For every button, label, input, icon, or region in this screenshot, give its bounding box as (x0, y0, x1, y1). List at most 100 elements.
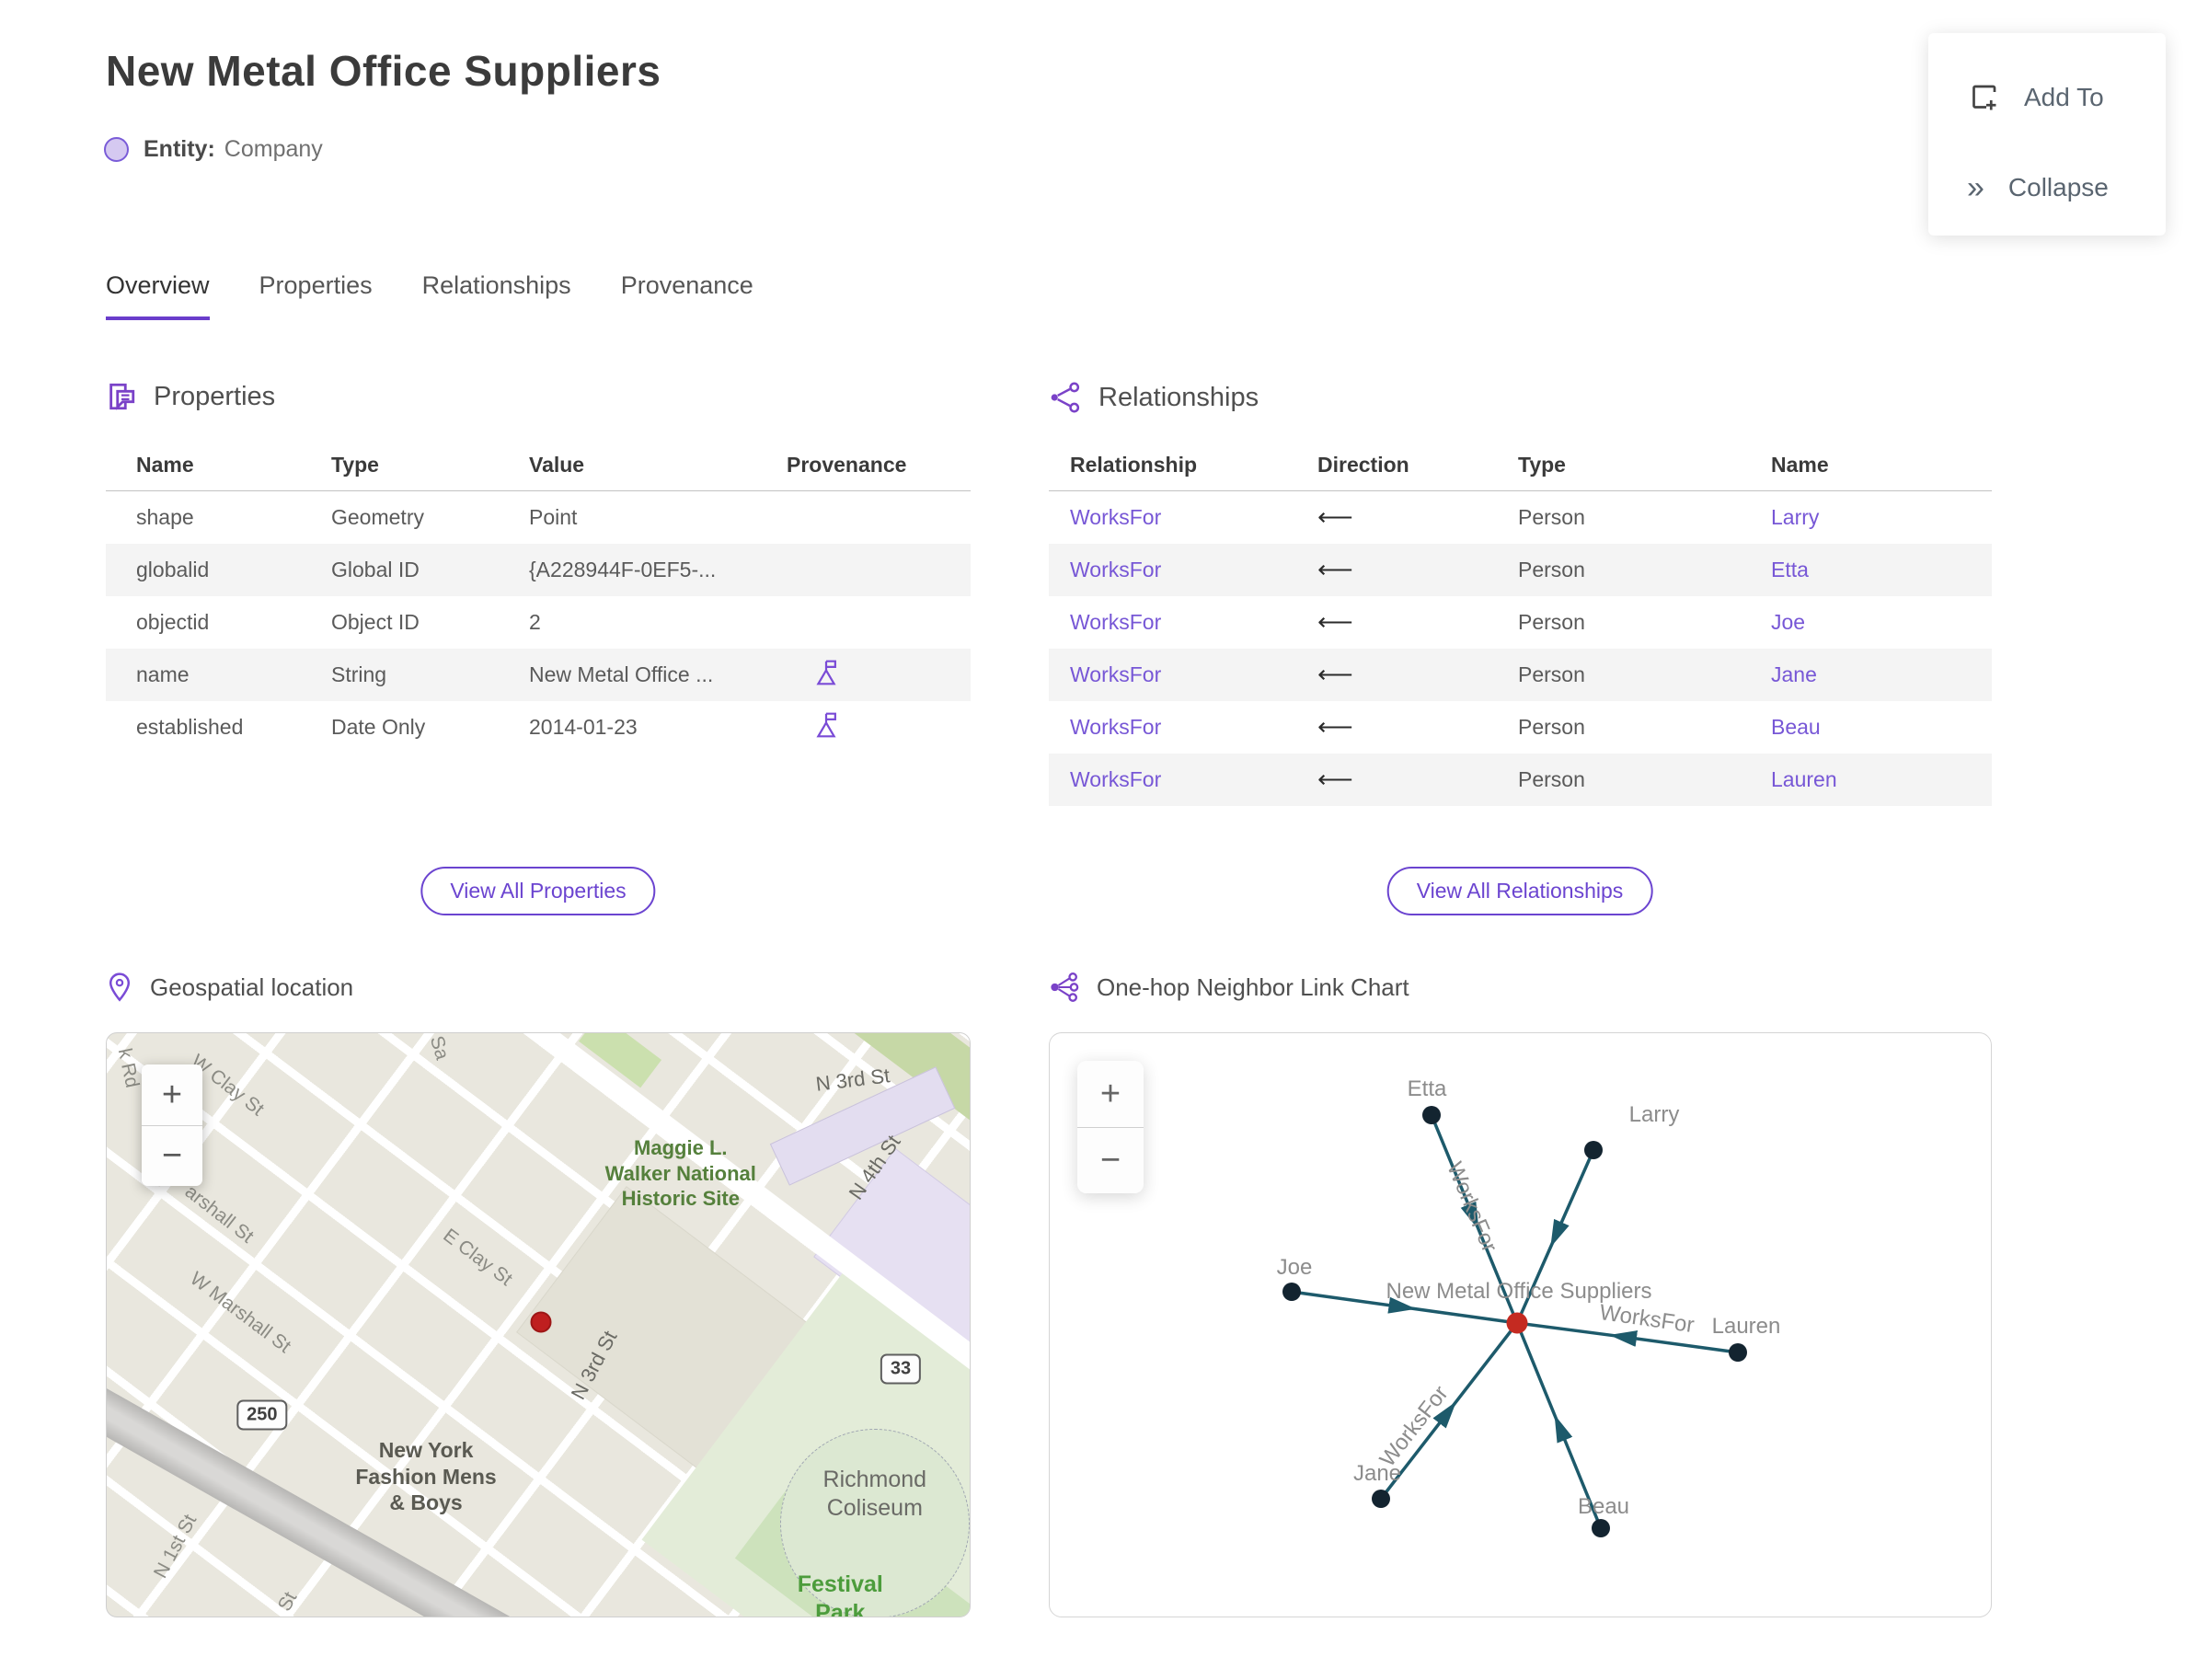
entity-link[interactable]: Jane (1771, 662, 1992, 687)
tab-properties[interactable]: Properties (259, 271, 373, 320)
properties-section-header: Properties (106, 381, 275, 412)
relationship-link[interactable]: WorksFor (1070, 505, 1317, 530)
property-row: globalid Global ID {A228944F-0EF5-... (106, 544, 971, 596)
col-name: Name (136, 453, 194, 477)
geospatial-section-header: Geospatial location (106, 972, 353, 1003)
relationship-row: WorksFor ⟵ Person Beau (1049, 701, 1992, 754)
direction-arrow: ⟵ (1317, 713, 1353, 741)
relationships-section-header: Relationships (1049, 381, 1259, 414)
relationship-row: WorksFor ⟵ Person Jane (1049, 649, 1992, 701)
properties-icon (109, 383, 135, 410)
entity-link[interactable]: Beau (1771, 715, 1992, 740)
col-relationship: Relationship (1070, 453, 1198, 477)
map-location-marker (530, 1311, 552, 1333)
relationship-link[interactable]: WorksFor (1070, 767, 1317, 792)
col-value: Value (529, 453, 585, 477)
edge-label-worksfor: WorksFor (1442, 1158, 1501, 1256)
poi-label-richmond-coliseum: Richmond Coliseum (822, 1466, 927, 1521)
properties-section-title: Properties (154, 381, 276, 411)
node-label-joe: Joe (1277, 1255, 1313, 1280)
one-hop-link-chart[interactable]: Etta Larry Joe New Metal Office Supplier… (1049, 1032, 1992, 1617)
tab-provenance[interactable]: Provenance (621, 271, 753, 320)
property-row: objectid Object ID 2 (136, 610, 541, 634)
relationship-row: WorksFor ⟵ Person Joe (1049, 596, 1992, 649)
add-to-button[interactable]: Add To (1967, 61, 2166, 134)
edge-jane-worksfor (1379, 1321, 1519, 1501)
poi-label-new-york-fashion: New York Fashion Mens & Boys (355, 1437, 497, 1515)
detail-tabs: Overview Properties Relationships Proven… (106, 271, 753, 320)
collapse-label: Collapse (2007, 173, 2109, 201)
edge-label-worksfor: WorksFor (1598, 1300, 1696, 1338)
entity-type-row: Entity: Company (104, 136, 323, 163)
map-zoom-control: + − (142, 1064, 202, 1186)
entity-link[interactable]: Joe (1771, 610, 1992, 635)
chart-zoom-control: + − (1077, 1061, 1144, 1193)
add-to-icon (1972, 85, 1996, 110)
node-jane[interactable] (1372, 1490, 1390, 1508)
relationships-table: Relationship Direction Type Name WorksFo… (1049, 440, 1992, 806)
properties-table: Name Type Value Provenance shape Geometr… (106, 440, 971, 754)
node-larry[interactable] (1584, 1141, 1603, 1159)
linkchart-section-header: One-hop Neighbor Link Chart (1049, 972, 1409, 1003)
relationships-table-header: Relationship Direction Type Name (1049, 440, 1992, 491)
provenance-flag-icon[interactable] (812, 658, 840, 687)
relationship-link[interactable]: WorksFor (1070, 715, 1317, 740)
relationship-link[interactable]: WorksFor (1070, 610, 1317, 635)
node-label-lauren: Lauren (1712, 1314, 1781, 1339)
relationship-row: WorksFor ⟵ Person Larry (1049, 491, 1992, 544)
property-row: name String New Metal Office ... (106, 649, 971, 701)
tab-relationships[interactable]: Relationships (422, 271, 571, 320)
route-shield-250: 250 (236, 1399, 288, 1431)
actions-card: Add To » Collapse (1928, 33, 2166, 236)
map-zoom-out-button[interactable]: − (142, 1125, 202, 1186)
node-lauren[interactable] (1729, 1343, 1747, 1362)
entity-link[interactable]: Larry (1771, 505, 1992, 530)
provenance-flag-icon[interactable] (812, 710, 840, 740)
poi-label-festival-park: Festival Park (797, 1571, 883, 1617)
chart-zoom-out-button[interactable]: − (1077, 1127, 1144, 1193)
direction-arrow: ⟵ (1317, 608, 1353, 636)
node-beau[interactable] (1592, 1519, 1610, 1537)
linkchart-section-title: One-hop Neighbor Link Chart (1097, 972, 1409, 1001)
collapse-icon: » (1967, 170, 1984, 205)
direction-arrow: ⟵ (1317, 661, 1353, 688)
relationship-row: WorksFor ⟵ Person Lauren (1049, 754, 1992, 806)
view-all-properties-button[interactable]: View All Properties (420, 867, 656, 915)
node-center-company[interactable] (1506, 1312, 1528, 1334)
chart-zoom-in-button[interactable]: + (1077, 1061, 1144, 1127)
direction-arrow: ⟵ (1317, 556, 1353, 583)
col-name: Name (1771, 453, 1829, 477)
entity-link[interactable]: Etta (1771, 558, 1992, 582)
relationship-link[interactable]: WorksFor (1070, 662, 1317, 687)
col-type: Type (331, 453, 379, 477)
relationship-link[interactable]: WorksFor (1070, 558, 1317, 582)
node-joe[interactable] (1282, 1283, 1301, 1301)
property-row: established Date Only 2014-01-23 (106, 701, 971, 754)
entity-detail-page: New Metal Office Suppliers Entity: Compa… (0, 0, 2208, 1680)
entity-type-icon (104, 137, 129, 162)
direction-arrow: ⟵ (1317, 765, 1353, 793)
properties-table-header: Name Type Value Provenance (106, 440, 971, 491)
page-title: New Metal Office Suppliers (106, 47, 661, 95)
map-zoom-in-button[interactable]: + (142, 1064, 202, 1125)
geospatial-map[interactable]: k Rd W Clay St Sa N 3rd St N 4th St arsh… (106, 1032, 971, 1617)
entity-link[interactable]: Lauren (1771, 767, 1992, 792)
col-direction: Direction (1317, 453, 1409, 477)
col-provenance: Provenance (787, 453, 907, 477)
collapse-button[interactable]: » Collapse (1967, 151, 2166, 224)
relationships-section-title: Relationships (1098, 382, 1259, 412)
col-type: Type (1518, 453, 1566, 477)
route-shield-33: 33 (880, 1353, 922, 1385)
node-label-center: New Metal Office Suppliers (1386, 1279, 1651, 1304)
geospatial-section-title: Geospatial location (150, 972, 354, 1001)
entity-label: Entity: (144, 136, 215, 162)
direction-arrow: ⟵ (1317, 503, 1353, 531)
property-row: shape Geometry Point (136, 505, 578, 529)
link-chart-icon (1051, 972, 1079, 1002)
tab-overview[interactable]: Overview (106, 271, 210, 320)
map-pin-icon (109, 972, 131, 1002)
view-all-relationships-button[interactable]: View All Relationships (1386, 867, 1653, 915)
link-chart-canvas: Etta Larry Joe New Metal Office Supplier… (1277, 1076, 1781, 1537)
node-etta[interactable] (1422, 1106, 1441, 1124)
node-label-larry: Larry (1629, 1102, 1680, 1127)
